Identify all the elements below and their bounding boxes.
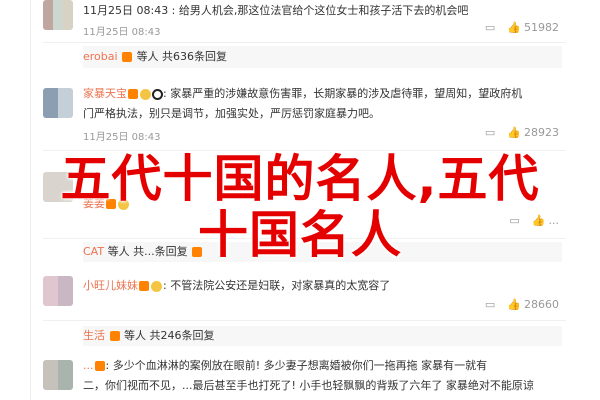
like-button[interactable]: 👍 28923 (507, 126, 559, 139)
overlay-title-line1: 五代十国的名人,五代 (60, 150, 540, 208)
reply-user[interactable]: 生活 (83, 329, 105, 342)
like-button[interactable]: 👍 51982 (507, 21, 559, 34)
vip-icon (94, 361, 105, 371)
vip-icon (122, 52, 133, 62)
avatar[interactable] (43, 88, 73, 118)
reply-summary[interactable]: erobai 等人 共636条回复 (83, 46, 562, 68)
comment-text: 小旺儿妹妹: 不管法院公安还是妇联，对家暴真的太宽容了 (83, 279, 391, 292)
list-item: 11月25日 08:43 : 给男人机会,那这位法官给个这位女士和孩子活下去的机… (31, 0, 579, 44)
emoji-icon (151, 280, 162, 292)
reply-button[interactable]: ▭ (485, 21, 495, 34)
avatar[interactable] (43, 0, 73, 30)
reply-count: 等人 共636条回复 (136, 50, 228, 63)
list-item: 家暴天宝: 家暴严重的涉嫌故意伤害罪，长期家暴的涉及虐待罪，望周知，望政府机 门… (31, 74, 579, 152)
comment-actions: ▭ 👍 51982 (485, 21, 559, 34)
vip-icon (139, 281, 149, 291)
comment-text: 家暴天宝: 家暴严重的涉嫌故意伤害罪，长期家暴的涉及虐待罪，望周知，望政府机 (83, 87, 523, 100)
comment-text-continued: 门严格执法，别只是调节，加强实处，严厉惩罚家庭暴力吧。 (83, 107, 380, 120)
divider (43, 320, 566, 321)
reply-button[interactable]: ▭ (485, 298, 495, 311)
comment-text: 11月25日 08:43 : 给男人机会,那这位法官给个这位女士和孩子活下去的机… (83, 4, 469, 17)
comment-actions: ▭ 👍 28660 (485, 298, 559, 311)
vip-icon (109, 331, 120, 341)
reply-count: 等人 共246条回复 (124, 329, 215, 342)
reply-summary[interactable]: 生活 等人 共246条回复 (83, 326, 562, 346)
comment-icon: ▭ (484, 298, 496, 311)
comment-icon: ▭ (484, 126, 496, 139)
overlay-title-line2: 十国名人 (198, 206, 402, 264)
reply-user[interactable]: erobai (83, 50, 118, 63)
comment-time: 11月25日 08:43 (83, 27, 161, 38)
list-item: 小旺儿妹妹: 不管法院公安还是妇联，对家暴真的太宽容了 ▭ 👍 28660 (31, 270, 579, 320)
commenter-name[interactable]: ... (83, 359, 94, 372)
thumbs-up-icon: 👍 (507, 298, 521, 311)
emoji-icon (140, 88, 151, 100)
reply-button[interactable]: ▭ (485, 126, 495, 139)
thumbs-up-icon: 👍 (507, 21, 521, 34)
thumbs-up-icon: 👍 (507, 126, 521, 139)
comment-icon: ▭ (484, 21, 496, 34)
divider (43, 42, 566, 43)
list-item: ...: 多少个血淋淋的案例放在眼前! 多少妻子想离婚被你们一拖再拖 家暴有一就… (31, 352, 579, 400)
commenter-name[interactable]: 小旺儿妹妹 (83, 279, 138, 292)
comment-time: 11月25日 08:43 (83, 132, 161, 143)
commenter-name[interactable]: 家暴天宝 (83, 87, 127, 100)
comment-text-continued: 二，你们视而不见，...最后甚至手也打死了! 小手也轻飘飘的背叛了六年了 家暴绝… (83, 379, 534, 392)
comment-actions: ▭ 👍 28923 (485, 126, 559, 139)
avatar[interactable] (43, 360, 73, 390)
panda-icon (152, 88, 163, 100)
vip-icon (128, 89, 138, 99)
comment-text: ...: 多少个血淋淋的案例放在眼前! 多少妻子想离婚被你们一拖再拖 家暴有一就… (83, 359, 488, 372)
avatar[interactable] (43, 276, 73, 306)
like-button[interactable]: 👍 28660 (507, 298, 559, 311)
